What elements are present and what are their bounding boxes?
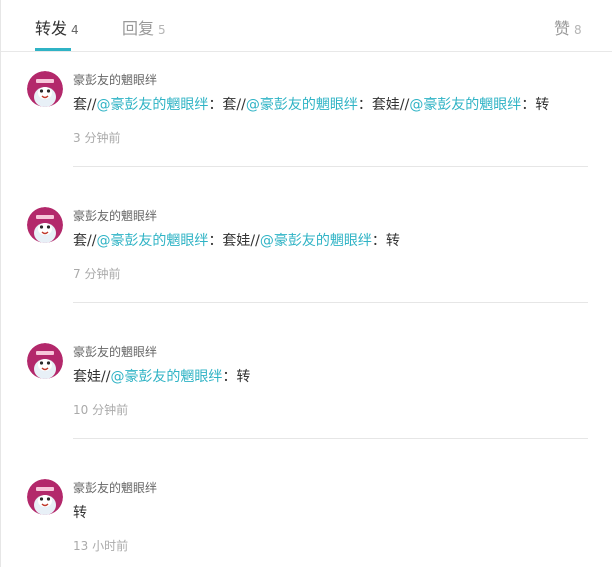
avatar[interactable]	[27, 207, 63, 243]
mention-link[interactable]: @豪彭友的魍眼绊	[96, 97, 208, 113]
tab-forward[interactable]: 转发 4	[35, 19, 79, 51]
mention-link[interactable]: @豪彭友的魍眼绊	[110, 369, 222, 385]
content-text: ：套//	[208, 97, 246, 113]
content-text: 转	[73, 505, 87, 521]
mention-link[interactable]: @豪彭友的魍眼绊	[96, 233, 208, 249]
forward-content: 套//@豪彭友的魍眼绊：套娃//@豪彭友的魍眼绊：转	[73, 231, 400, 251]
avatar[interactable]	[27, 71, 63, 107]
tab-reply-label: 回复	[122, 19, 155, 38]
content-text: 套//	[73, 97, 97, 113]
forward-content: 转	[73, 503, 87, 523]
divider	[73, 166, 588, 167]
avatar-image	[27, 71, 63, 107]
active-tab-indicator	[35, 48, 71, 51]
username[interactable]: 豪彭友的魍眼绊	[73, 208, 157, 224]
mention-link[interactable]: @豪彭友的魍眼绊	[260, 233, 372, 249]
username[interactable]: 豪彭友的魍眼绊	[73, 344, 157, 360]
mention-link[interactable]: @豪彭友的魍眼绊	[409, 97, 521, 113]
username[interactable]: 豪彭友的魍眼绊	[73, 72, 157, 88]
forward-content: 套//@豪彭友的魍眼绊：套//@豪彭友的魍眼绊：套娃//@豪彭友的魍眼绊：转	[73, 95, 549, 115]
tab-like-label: 赞	[554, 19, 571, 38]
forward-content: 套娃//@豪彭友的魍眼绊：转	[73, 367, 250, 387]
content-text: ：转	[222, 369, 251, 385]
timestamp: 13 小时前	[73, 539, 129, 553]
avatar-image	[27, 343, 63, 379]
tab-like[interactable]: 赞8	[554, 19, 582, 51]
content-text: ：套娃//	[357, 97, 410, 113]
tab-reply-count: 5	[158, 23, 166, 37]
timestamp: 7 分钟前	[73, 267, 121, 281]
forward-panel: 转发 4 回复 5 赞8 豪彭友的魍眼绊 套//@豪彭友的魍眼绊：套//@豪彭友…	[0, 0, 612, 567]
timestamp: 3 分钟前	[73, 131, 121, 145]
content-text: 套//	[73, 233, 97, 249]
tab-forward-count: 4	[71, 23, 79, 37]
divider	[73, 438, 588, 439]
avatar-image	[27, 207, 63, 243]
tab-bar: 转发 4 回复 5 赞8	[1, 0, 612, 52]
divider	[73, 302, 588, 303]
username[interactable]: 豪彭友的魍眼绊	[73, 480, 157, 496]
mention-link[interactable]: @豪彭友的魍眼绊	[246, 97, 358, 113]
tab-like-count: 8	[574, 23, 582, 37]
content-text: ：转	[371, 233, 400, 249]
tab-forward-label: 转发	[35, 19, 68, 38]
content-text: ：转	[521, 97, 550, 113]
avatar[interactable]	[27, 479, 63, 515]
timestamp: 10 分钟前	[73, 403, 129, 417]
content-text: ：套娃//	[208, 233, 260, 249]
avatar-image	[27, 479, 63, 515]
avatar[interactable]	[27, 343, 63, 379]
tab-reply[interactable]: 回复 5	[122, 19, 166, 51]
content-text: 套娃//	[73, 369, 111, 385]
